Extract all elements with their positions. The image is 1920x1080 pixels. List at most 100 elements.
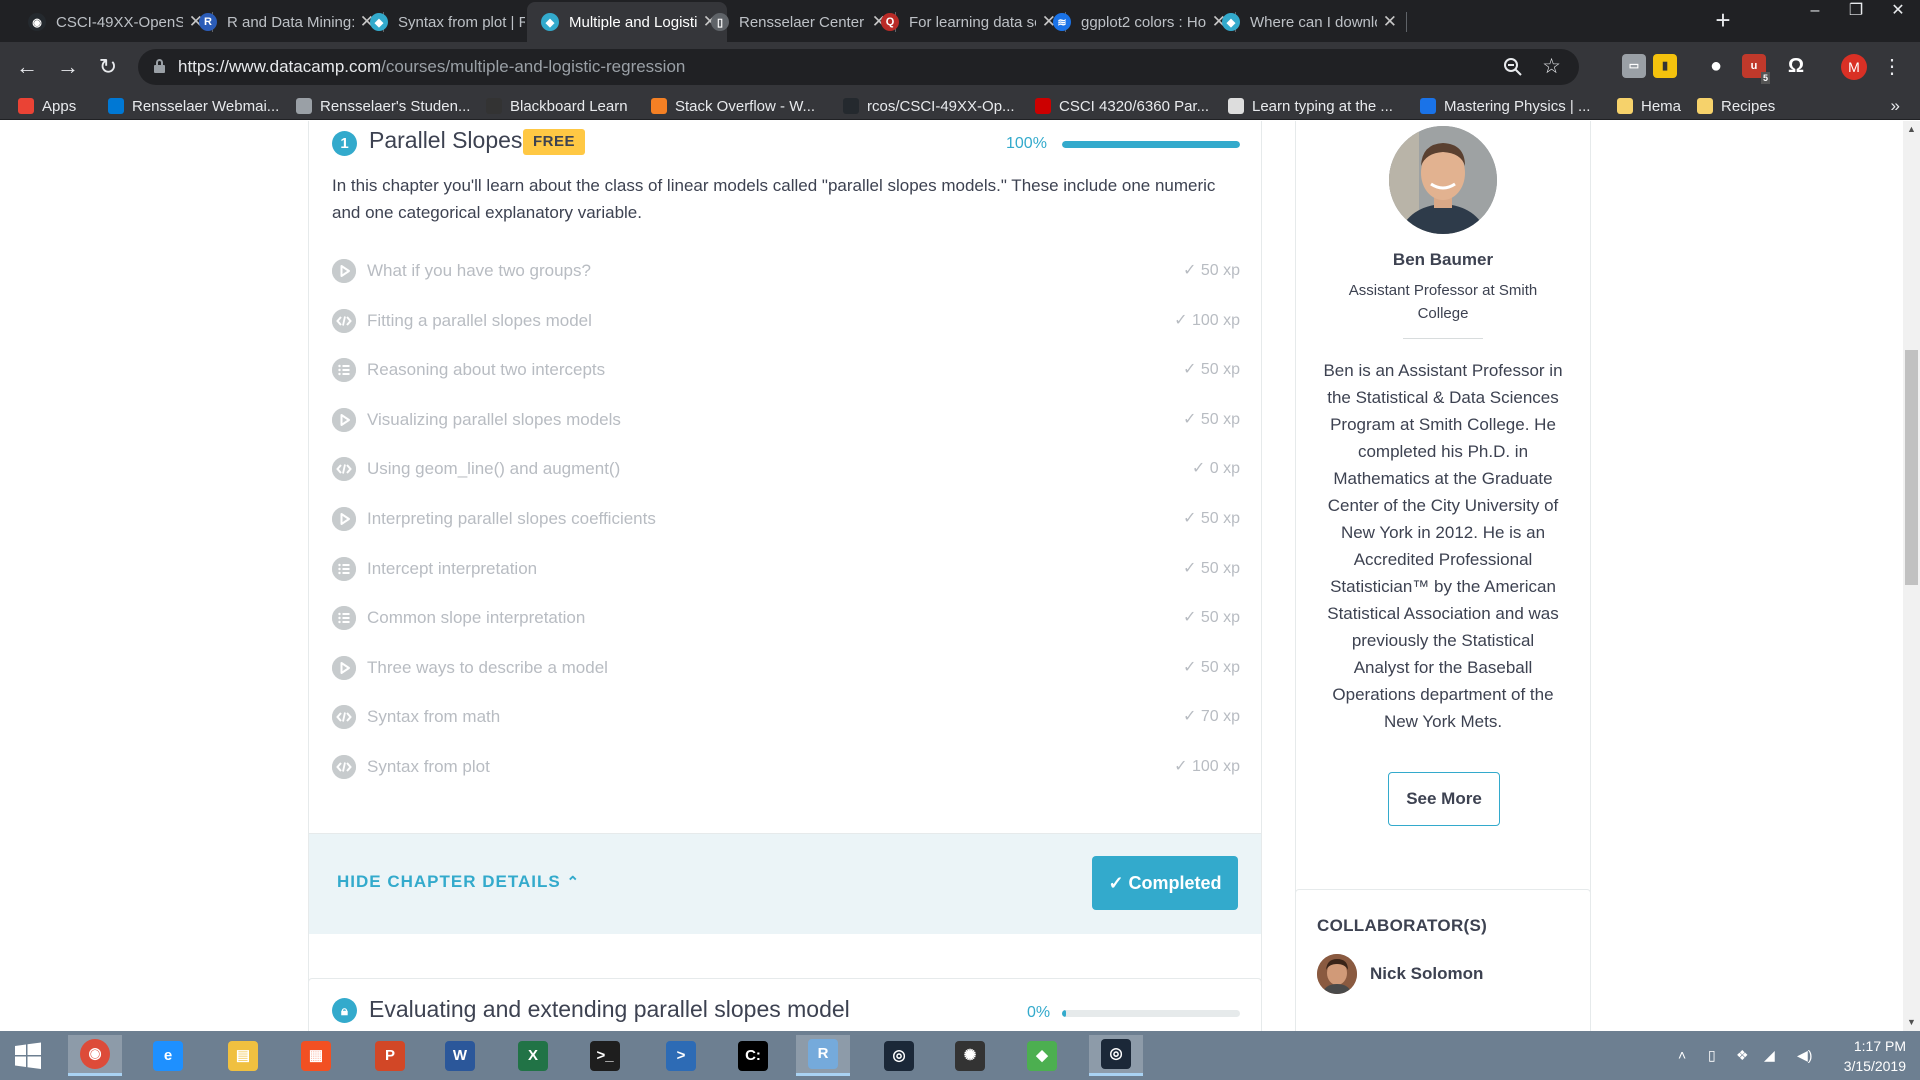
reload-icon[interactable]: ↻ [92, 51, 124, 83]
collaborator-name[interactable]: Nick Solomon [1370, 964, 1483, 984]
chapter-title[interactable]: Evaluating and extending parallel slopes… [369, 996, 850, 1023]
page-scrollbar[interactable]: ▲ ▼ [1903, 121, 1920, 1031]
steam-icon-taskbar-button[interactable]: ◎ [872, 1035, 926, 1076]
apps-grid-icon [18, 98, 34, 114]
restore-button[interactable]: ❐ [1838, 0, 1874, 24]
scroll-up-arrow-icon[interactable]: ▲ [1903, 121, 1920, 138]
exercise-row[interactable]: Intercept interpretation ✓ 50 xp [332, 553, 1240, 585]
bookmark-item[interactable]: CSCI 4320/6360 Par... [1035, 92, 1209, 120]
command-prompt-icon-taskbar-button[interactable]: C: [726, 1035, 780, 1076]
see-more-button[interactable]: See More [1388, 772, 1500, 826]
exercise-row[interactable]: Syntax from plot ✓ 100 xp [332, 751, 1240, 783]
bookmark-star-icon[interactable]: ☆ [1542, 55, 1561, 79]
back-arrow-icon[interactable]: ← [11, 51, 43, 83]
file-explorer-icon-taskbar-button[interactable]: ▤ [216, 1035, 270, 1076]
browser-tab[interactable]: ◉ CSCI-49XX-OpenSo ✕ [14, 2, 213, 42]
tray-expand-icon[interactable]: ˄ [1678, 1047, 1686, 1063]
completed-button[interactable]: ✓ Completed [1092, 856, 1238, 910]
diamond-app-icon-taskbar-button[interactable]: ◆ [1015, 1035, 1069, 1076]
address-bar[interactable]: https://www.datacamp.com/courses/multipl… [138, 49, 1579, 85]
chevron-up-icon: ⌃ [566, 874, 581, 891]
browser-tab[interactable]: Q For learning data sc ✕ [867, 2, 1066, 42]
forward-arrow-icon[interactable]: → [52, 51, 84, 83]
powershell-icon-taskbar-button[interactable]: > [654, 1035, 708, 1076]
extension-chat-icon[interactable]: ▭ [1622, 54, 1646, 78]
ublock-icon[interactable]: u5 [1742, 54, 1770, 84]
profile-avatar[interactable]: M [1841, 54, 1867, 80]
bookmark-item[interactable]: Stack Overflow - W... [651, 92, 815, 120]
clock-time[interactable]: 1:17 PM [1830, 1038, 1906, 1054]
new-tab-button[interactable]: + [1707, 4, 1739, 36]
play-icon [332, 407, 356, 432]
sthda-icon: ≋ [1053, 13, 1071, 31]
exercise-name: Fitting a parallel slopes model [367, 310, 592, 330]
chrome-menu-icon[interactable]: ⋮ [1882, 52, 1902, 82]
steam-icon-taskbar-button[interactable]: ◎ [1089, 1035, 1143, 1076]
typing-icon [1228, 98, 1244, 114]
tab-title: For learning data sc [909, 13, 1036, 31]
divider [1403, 338, 1483, 339]
bookmark-item[interactable]: Apps [18, 92, 76, 120]
browser-tab[interactable]: ◆ Where can I downlo ✕ [1208, 2, 1407, 42]
exercise-row[interactable]: Fitting a parallel slopes model ✓ 100 xp [332, 305, 1240, 337]
code-icon [332, 308, 356, 333]
bookmark-item[interactable]: Mastering Physics | ... [1420, 92, 1590, 120]
exercise-row[interactable]: Visualizing parallel slopes models ✓ 50 x… [332, 404, 1240, 436]
scrollbar-thumb[interactable] [1905, 350, 1918, 585]
device-icon[interactable]: ▯ [1708, 1047, 1716, 1064]
bookmark-item[interactable]: Hema [1617, 92, 1681, 120]
bookmarks-more-icon[interactable]: » [1891, 92, 1900, 120]
word-icon-taskbar-button[interactable]: W [433, 1035, 487, 1076]
terminal-icon-taskbar-button[interactable]: >_ [578, 1035, 632, 1076]
bookmark-item[interactable]: Learn typing at the ... [1228, 92, 1393, 120]
bookmark-item[interactable]: Recipes [1697, 92, 1775, 120]
exercise-row[interactable]: Interpreting parallel slopes coefficient… [332, 503, 1240, 535]
hide-details-label: HIDE CHAPTER DETAILS [337, 872, 561, 891]
bookmark-item[interactable]: Rensselaer Webmai... [108, 92, 279, 120]
tab-title: Rensselaer Center f [739, 13, 866, 31]
bookmark-item[interactable]: Blackboard Learn [486, 92, 628, 120]
exercise-row[interactable]: Three ways to describe a model ✓ 50 xp [332, 652, 1240, 684]
hide-chapter-details-link[interactable]: HIDE CHAPTER DETAILS ⌃ [337, 872, 580, 892]
browser-tab[interactable]: ≋ ggplot2 colors : Ho ✕ [1039, 2, 1236, 42]
chrome-icon-taskbar-button[interactable]: ◉ [68, 1035, 122, 1076]
powerpoint-icon-taskbar-button[interactable]: P [363, 1035, 417, 1076]
exercise-xp: ✓ 50 xp [1183, 609, 1240, 627]
extension-circle-icon[interactable]: ● [1704, 54, 1728, 78]
volume-icon[interactable]: ◀) [1797, 1047, 1812, 1064]
rstudio-icon-taskbar-button[interactable]: R [796, 1035, 850, 1076]
exercise-name: What if you have two groups? [367, 261, 591, 280]
browser-tab[interactable]: ◆Syntax from plot | R✕ [356, 2, 555, 42]
tab-title: Syntax from plot | R [398, 13, 525, 31]
exercise-row[interactable]: Using geom_line() and augment() ✓ 0 xp [332, 453, 1240, 485]
close-window-button[interactable]: ✕ [1880, 0, 1916, 24]
scroll-down-arrow-icon[interactable]: ▼ [1903, 1014, 1920, 1031]
play-icon [332, 259, 356, 283]
exercise-row[interactable]: What if you have two groups? ✓ 50 xp [332, 255, 1240, 287]
browser-tab[interactable]: RR and Data Mining: ✕ [185, 2, 384, 42]
bookmarks-bar: » Apps Rensselaer Webmai... Rensselaer's S… [0, 92, 1920, 120]
chapter-title[interactable]: Parallel Slopes [369, 127, 522, 154]
exercise-row[interactable]: Reasoning about two intercepts ✓ 50 xp [332, 354, 1240, 386]
exercise-row[interactable]: Common slope interpretation ✓ 50 xp [332, 602, 1240, 634]
extension-highlighter-icon[interactable]: ▮ [1653, 54, 1677, 78]
zoom-icon[interactable] [1503, 57, 1523, 77]
windows-start-icon[interactable] [0, 1031, 56, 1080]
wifi-icon[interactable]: ◢ [1764, 1047, 1775, 1064]
bookmark-item[interactable]: rcos/CSCI-49XX-Op... [843, 92, 1015, 120]
chapter-progress-fill [1062, 141, 1240, 148]
excel-icon-taskbar-button[interactable]: X [506, 1035, 560, 1076]
bookmark-item[interactable]: Rensselaer's Studen... [296, 92, 470, 120]
bee-app-icon-taskbar-button[interactable]: ✺ [943, 1035, 997, 1076]
clock-date[interactable]: 3/15/2019 [1830, 1058, 1906, 1074]
close-tab-icon[interactable]: ✕ [1383, 12, 1397, 32]
start-tiles-icon-taskbar-button[interactable]: ▦ [289, 1035, 343, 1076]
exercise-row[interactable]: Syntax from math ✓ 70 xp [332, 701, 1240, 733]
internet-explorer-icon-taskbar-button[interactable]: e [141, 1035, 195, 1076]
extension-omega-icon[interactable]: Ω [1784, 54, 1808, 78]
minimize-button[interactable]: – [1797, 0, 1833, 24]
datacamp-shield-icon: ◆ [1222, 13, 1240, 31]
dropbox-icon[interactable]: ❖ [1736, 1047, 1749, 1064]
chapter-progress-percent: 100% [1006, 135, 1047, 152]
cs-icon [1035, 98, 1051, 114]
